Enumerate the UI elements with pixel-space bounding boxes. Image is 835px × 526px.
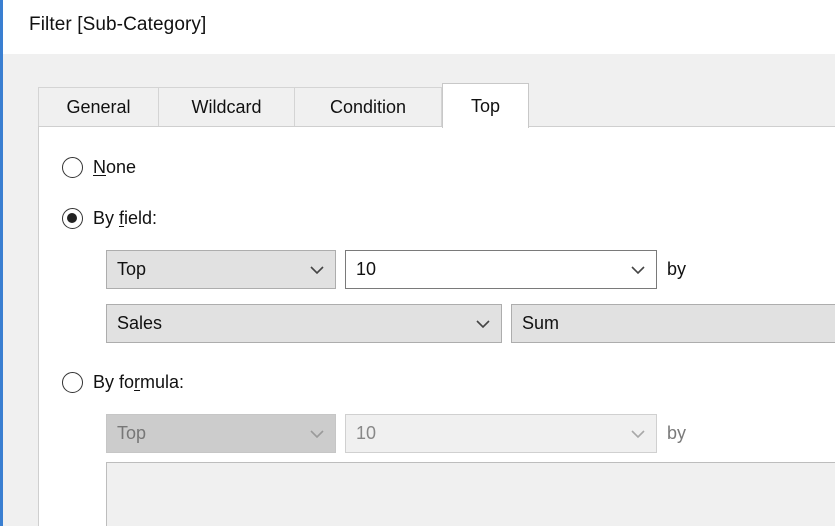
by-label: by — [667, 259, 687, 279]
tab-top-label: Top — [470, 95, 501, 116]
formula-count-value: 10 — [356, 423, 377, 443]
radio-none-label: None — [93, 157, 137, 177]
formula-top-bottom-value: Top — [117, 423, 147, 443]
dialog-title: Filter [Sub-Category] — [29, 14, 207, 35]
field-select[interactable]: Sales — [106, 304, 502, 343]
radio-none[interactable]: None — [62, 157, 136, 178]
radio-by-field-label: By field: — [93, 208, 158, 228]
top-bottom-select[interactable]: Top — [106, 250, 336, 289]
top-bottom-value: Top — [117, 259, 147, 279]
tab-strip: General Wildcard Condition Top — [38, 83, 835, 128]
radio-by-field-circle[interactable] — [62, 208, 83, 229]
chevron-down-icon — [307, 260, 327, 280]
formula-field — [106, 462, 835, 526]
formula-by-label: by — [667, 423, 687, 443]
radio-none-circle[interactable] — [62, 157, 83, 178]
count-combo[interactable]: 10 — [345, 250, 657, 289]
count-value: 10 — [356, 259, 377, 279]
chevron-down-icon — [307, 424, 327, 444]
tab-condition[interactable]: Condition — [294, 87, 442, 126]
formula-count-combo: 10 — [345, 414, 657, 453]
chevron-down-icon — [628, 260, 648, 280]
tab-top[interactable]: Top — [442, 83, 529, 128]
chevron-down-icon — [628, 424, 648, 444]
radio-by-formula[interactable]: By formula: — [62, 372, 184, 393]
chevron-down-icon — [473, 314, 493, 334]
radio-by-formula-label: By formula: — [93, 372, 185, 392]
tab-wildcard-label: Wildcard — [191, 96, 262, 117]
tab-general-label: General — [66, 96, 131, 117]
field-value: Sales — [117, 313, 163, 333]
aggregation-value: Sum — [522, 313, 560, 333]
radio-by-field[interactable]: By field: — [62, 208, 157, 229]
radio-by-formula-circle[interactable] — [62, 372, 83, 393]
formula-top-bottom-select: Top — [106, 414, 336, 453]
tab-general[interactable]: General — [38, 87, 159, 126]
tab-divider — [38, 126, 835, 127]
title-bar: Filter [Sub-Category] — [3, 0, 835, 54]
tab-condition-label: Condition — [329, 96, 407, 117]
tab-wildcard[interactable]: Wildcard — [158, 87, 295, 126]
aggregation-select[interactable]: Sum — [511, 304, 835, 343]
